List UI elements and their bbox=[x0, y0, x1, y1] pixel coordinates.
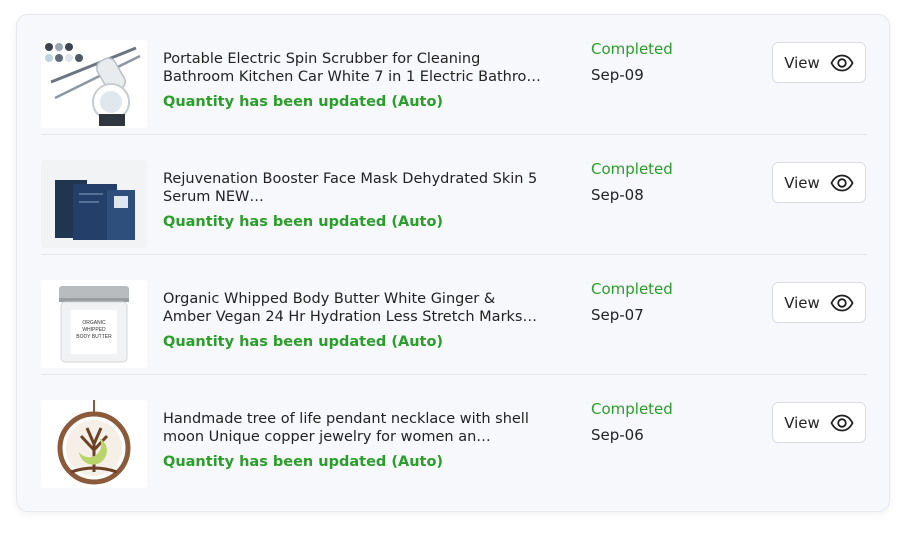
tree-of-life-pendant-image bbox=[41, 400, 147, 488]
order-date: Sep-06 bbox=[591, 426, 644, 444]
face-mask-box-image bbox=[41, 160, 147, 248]
product-title[interactable]: Organic Whipped Body Butter White Ginger… bbox=[163, 290, 543, 326]
status-column: Completed Sep-08 bbox=[591, 160, 673, 204]
eye-icon bbox=[830, 414, 854, 431]
order-row: Portable Electric Spin Scrubber for Clea… bbox=[41, 15, 867, 135]
jar-label-line: BODY BUTTER bbox=[76, 334, 112, 340]
eye-icon bbox=[830, 294, 854, 311]
order-date: Sep-08 bbox=[591, 186, 644, 204]
product-title[interactable]: Rejuvenation Booster Face Mask Dehydrate… bbox=[163, 170, 543, 206]
view-button[interactable]: View bbox=[772, 162, 866, 203]
order-info: Handmade tree of life pendant necklace w… bbox=[163, 410, 543, 470]
eye-icon bbox=[830, 174, 854, 191]
status-column: Completed Sep-07 bbox=[591, 280, 673, 324]
view-button-label: View bbox=[784, 293, 820, 312]
view-button[interactable]: View bbox=[772, 402, 866, 443]
view-button[interactable]: View bbox=[772, 42, 866, 83]
body-butter-jar-image: ORGANIC WHIPPED BODY BUTTER bbox=[41, 280, 147, 368]
jar-label-line: ORGANIC bbox=[82, 320, 106, 326]
spin-scrubber-image bbox=[41, 40, 147, 128]
order-row: Rejuvenation Booster Face Mask Dehydrate… bbox=[41, 135, 867, 255]
orders-card: Portable Electric Spin Scrubber for Clea… bbox=[16, 14, 890, 512]
product-thumbnail[interactable] bbox=[41, 160, 147, 248]
view-button-label: View bbox=[784, 173, 820, 192]
view-button-label: View bbox=[784, 413, 820, 432]
product-title[interactable]: Portable Electric Spin Scrubber for Clea… bbox=[163, 50, 543, 86]
product-title[interactable]: Handmade tree of life pendant necklace w… bbox=[163, 410, 543, 446]
order-row: Handmade tree of life pendant necklace w… bbox=[41, 375, 867, 495]
quantity-note: Quantity has been updated (Auto) bbox=[163, 454, 444, 470]
order-info: Portable Electric Spin Scrubber for Clea… bbox=[163, 50, 543, 110]
order-row: ORGANIC WHIPPED BODY BUTTER Organic Whip… bbox=[41, 255, 867, 375]
quantity-note: Quantity has been updated (Auto) bbox=[163, 94, 444, 110]
status-label: Completed bbox=[591, 160, 673, 178]
status-column: Completed Sep-09 bbox=[591, 40, 673, 84]
product-thumbnail[interactable] bbox=[41, 40, 147, 128]
product-thumbnail[interactable] bbox=[41, 400, 147, 488]
product-thumbnail[interactable]: ORGANIC WHIPPED BODY BUTTER bbox=[41, 280, 147, 368]
jar-label-line: WHIPPED bbox=[82, 327, 106, 333]
view-button[interactable]: View bbox=[772, 282, 866, 323]
quantity-note: Quantity has been updated (Auto) bbox=[163, 334, 444, 350]
eye-icon bbox=[830, 54, 854, 71]
order-date: Sep-09 bbox=[591, 66, 644, 84]
status-column: Completed Sep-06 bbox=[591, 400, 673, 444]
order-info: Rejuvenation Booster Face Mask Dehydrate… bbox=[163, 170, 543, 230]
status-label: Completed bbox=[591, 400, 673, 418]
order-date: Sep-07 bbox=[591, 306, 644, 324]
view-button-label: View bbox=[784, 53, 820, 72]
quantity-note: Quantity has been updated (Auto) bbox=[163, 214, 444, 230]
order-info: Organic Whipped Body Butter White Ginger… bbox=[163, 290, 543, 350]
status-label: Completed bbox=[591, 280, 673, 298]
status-label: Completed bbox=[591, 40, 673, 58]
